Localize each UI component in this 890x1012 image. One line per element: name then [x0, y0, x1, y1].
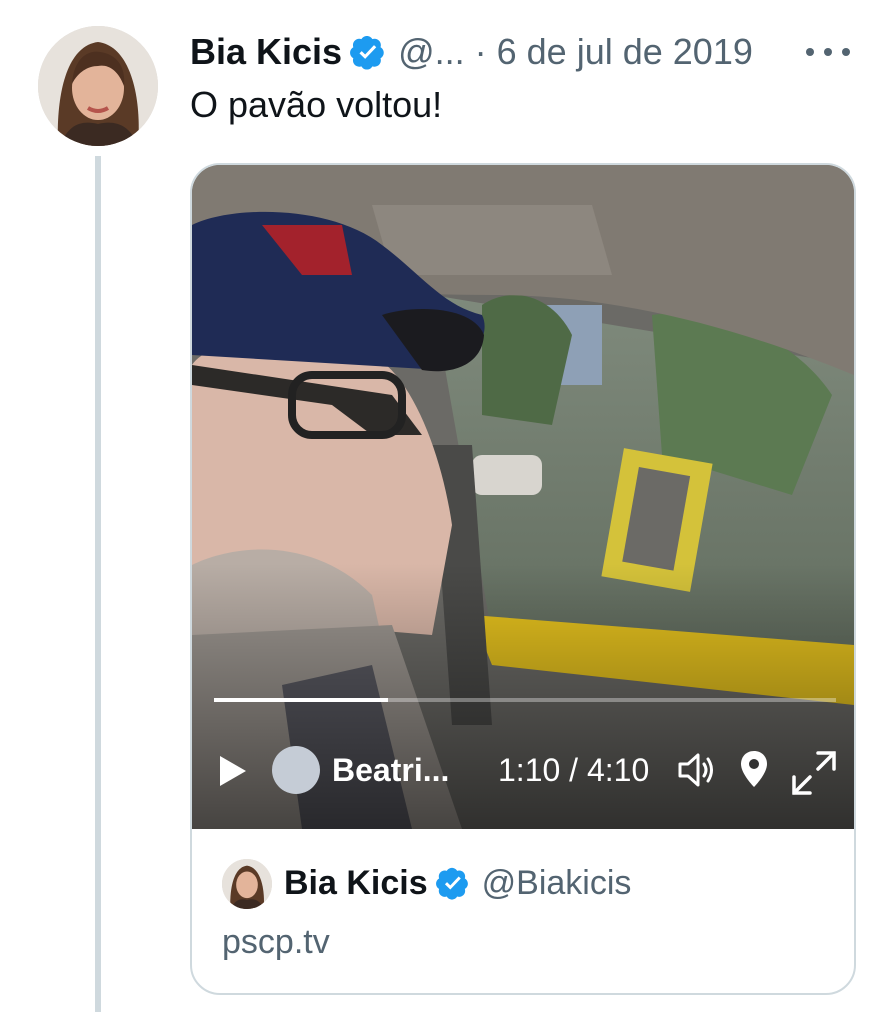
video-timecode: 1:10 / 4:10	[498, 752, 650, 788]
video-player[interactable]: Beatri... 1:10 / 4:10	[192, 165, 854, 829]
broadcaster-avatar	[272, 746, 320, 794]
video-progress-bar[interactable]	[214, 698, 836, 702]
card-author-name: Bia Kicis	[284, 863, 428, 902]
tweet-date[interactable]: 6 de jul de 2019	[497, 31, 753, 73]
play-icon[interactable]	[218, 754, 248, 788]
card-author-line: Bia Kicis @Biakicis	[284, 861, 631, 905]
video-progress-fill	[214, 698, 389, 702]
location-pin-icon[interactable]	[738, 749, 770, 789]
more-options-icon[interactable]	[806, 32, 850, 72]
fullscreen-icon[interactable]	[790, 749, 838, 797]
broadcaster-name[interactable]: Beatri...	[332, 752, 449, 789]
card-author-handle: @Biakicis	[481, 863, 632, 902]
video-frame	[192, 165, 854, 829]
card-author-avatar	[222, 859, 272, 909]
card-footer[interactable]: Bia Kicis @Biakicis pscp.tv	[192, 829, 854, 993]
author-avatar[interactable]	[38, 26, 158, 146]
author-handle[interactable]: @...	[398, 31, 465, 73]
verified-badge-icon	[350, 35, 384, 70]
card-domain: pscp.tv	[222, 923, 330, 961]
video-controls: Beatri... 1:10 / 4:10	[192, 735, 854, 805]
tweet-header: Bia Kicis @... · 6 de jul de 2019	[190, 28, 850, 76]
separator-dot: ·	[474, 31, 487, 72]
thread-line	[95, 156, 101, 1012]
tweet-text: O pavão voltou!	[190, 84, 443, 125]
tweet[interactable]: Bia Kicis @... · 6 de jul de 2019 O pavã…	[0, 0, 890, 1012]
media-card[interactable]: Beatri... 1:10 / 4:10 Bia Kicis @Biakici…	[190, 163, 856, 995]
verified-badge-icon	[435, 867, 468, 900]
author-name[interactable]: Bia Kicis	[190, 31, 342, 73]
volume-icon[interactable]	[676, 751, 716, 789]
